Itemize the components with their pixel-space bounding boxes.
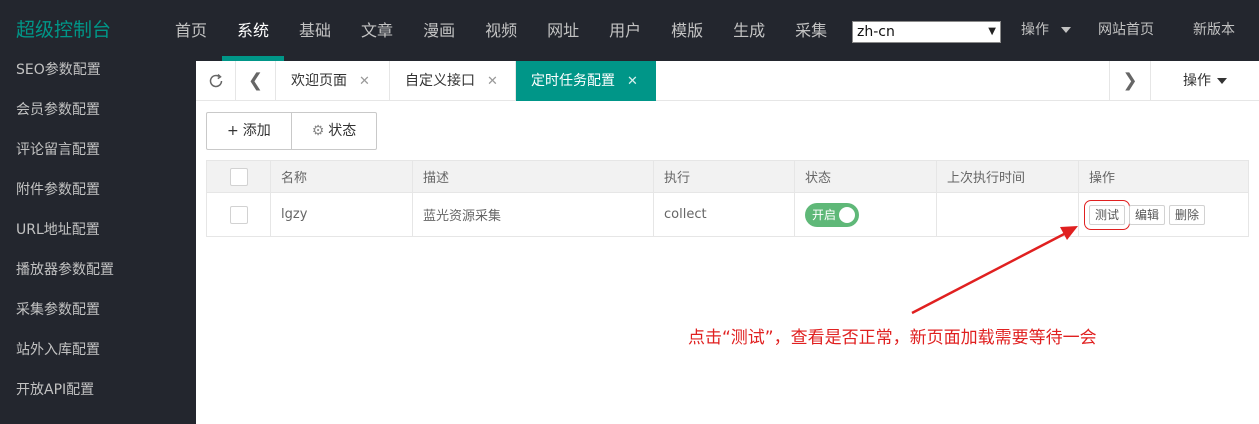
task-table: 名称 描述 执行 状态 上次执行时间 操作 lgzy 蓝光资源采集 collec… (206, 160, 1249, 237)
nav-item-home[interactable]: 首页 (160, 0, 222, 61)
row-checkbox[interactable] (229, 205, 248, 224)
tab-next-button[interactable]: ❯ (1109, 61, 1151, 101)
sidebar: SEO参数配置 会员参数配置 评论留言配置 附件参数配置 URL地址配置 播放器… (0, 61, 196, 424)
language-value: zh-cn (857, 24, 895, 40)
status-toggle[interactable]: 开启 (805, 202, 859, 227)
nav-item-collect[interactable]: 采集 (780, 0, 842, 61)
delete-button[interactable]: 删除 (1169, 204, 1206, 225)
tab-label: 自定义接口 (405, 73, 475, 89)
header-select-cell (207, 161, 271, 192)
sidebar-item-attachment[interactable]: 附件参数配置 (16, 180, 100, 200)
toolbar: + 添加 ⚙ 状态 (206, 112, 378, 150)
app-logo[interactable]: 超级控制台 (16, 16, 111, 44)
new-version-link[interactable]: 新版本 (1193, 0, 1235, 61)
edit-button[interactable]: 编辑 (1129, 204, 1166, 225)
header-ops-label: 操作 (1021, 22, 1049, 38)
header-name: 名称 (271, 161, 413, 192)
nav-item-basic[interactable]: 基础 (284, 0, 346, 61)
toggle-knob (839, 206, 855, 223)
main-nav: 首页 系统 基础 文章 漫画 视频 网址 用户 模版 生成 采集 (160, 0, 842, 61)
close-icon[interactable]: ✕ (487, 74, 498, 89)
sidebar-item-seo[interactable]: SEO参数配置 (16, 61, 101, 80)
test-button[interactable]: 测试 (1083, 199, 1131, 230)
header-status: 状态 (795, 161, 937, 192)
language-select[interactable]: zh-cn ▼ (852, 21, 1001, 43)
sidebar-item-api[interactable]: 开放API配置 (16, 380, 94, 400)
toggle-label: 开启 (812, 207, 837, 222)
sidebar-item-import[interactable]: 站外入库配置 (16, 340, 100, 360)
close-icon[interactable]: ✕ (627, 74, 638, 89)
cell-name: lgzy (271, 193, 413, 236)
tab-scheduled-tasks[interactable]: 定时任务配置 ✕ (516, 61, 656, 101)
table-header-row: 名称 描述 执行 状态 上次执行时间 操作 (207, 161, 1248, 193)
cell-last-run (937, 193, 1079, 236)
nav-item-video[interactable]: 视频 (470, 0, 532, 61)
nav-item-template[interactable]: 模版 (656, 0, 718, 61)
chevron-right-icon: ❯ (1122, 70, 1138, 91)
select-all-checkbox[interactable] (229, 167, 248, 186)
refresh-button[interactable] (196, 61, 236, 101)
nav-item-article[interactable]: 文章 (346, 0, 408, 61)
status-label: 状态 (328, 123, 357, 139)
refresh-icon (209, 73, 222, 88)
cell-desc: 蓝光资源采集 (413, 193, 654, 236)
tab-custom-api[interactable]: 自定义接口 ✕ (390, 61, 516, 101)
site-home-link[interactable]: 网站首页 (1098, 0, 1154, 61)
tab-welcome[interactable]: 欢迎页面 ✕ (276, 61, 390, 101)
add-label: 添加 (242, 123, 271, 139)
chevron-left-icon: ❮ (247, 70, 264, 91)
tab-ops-menu[interactable]: 操作 (1151, 61, 1259, 101)
header-desc: 描述 (413, 161, 654, 192)
cell-actions: 测试 编辑 删除 (1079, 193, 1248, 236)
caret-down-icon (1061, 27, 1071, 33)
top-header: 超级控制台 首页 系统 基础 文章 漫画 视频 网址 用户 模版 生成 采集 z… (0, 0, 1259, 61)
nav-item-comic[interactable]: 漫画 (408, 0, 470, 61)
header-actions: 操作 (1089, 171, 1116, 186)
plus-icon: + (227, 123, 239, 139)
table-row: lgzy 蓝光资源采集 collect 开启 测试 编辑 删除 (207, 193, 1248, 236)
caret-down-icon (1217, 78, 1227, 84)
nav-item-url[interactable]: 网址 (532, 0, 594, 61)
header-ops-menu[interactable]: 操作 (1021, 0, 1071, 61)
chevron-down-icon: ▼ (988, 26, 996, 37)
header-exec: 执行 (654, 161, 795, 192)
annotation-text: 点击“测试”，查看是否正常，新页面加载需要等待一会 (688, 328, 1097, 348)
nav-item-generate[interactable]: 生成 (718, 0, 780, 61)
nav-item-system[interactable]: 系统 (222, 0, 285, 61)
header-last-run: 上次执行时间 (937, 161, 1079, 192)
tab-label: 欢迎页面 (291, 73, 347, 89)
status-button[interactable]: ⚙ 状态 (290, 113, 377, 149)
cell-exec: collect (654, 193, 795, 236)
tab-bar: ❮ 欢迎页面 ✕ 自定义接口 ✕ 定时任务配置 ✕ ❯ 操作 (196, 61, 1259, 101)
sidebar-item-member[interactable]: 会员参数配置 (16, 100, 100, 120)
sidebar-item-comment[interactable]: 评论留言配置 (16, 140, 100, 160)
close-icon[interactable]: ✕ (359, 74, 370, 89)
cell-status: 开启 (795, 193, 937, 236)
sidebar-item-url[interactable]: URL地址配置 (16, 220, 100, 240)
sidebar-item-collect[interactable]: 采集参数配置 (16, 300, 100, 320)
row-select-cell (207, 193, 271, 236)
sidebar-item-player[interactable]: 播放器参数配置 (16, 260, 114, 280)
gear-icon: ⚙ (311, 123, 325, 139)
tab-ops-label: 操作 (1183, 73, 1211, 89)
add-button[interactable]: + 添加 (207, 113, 291, 149)
nav-item-user[interactable]: 用户 (594, 0, 656, 61)
tab-label: 定时任务配置 (531, 73, 615, 89)
tab-prev-button[interactable]: ❮ (236, 61, 276, 101)
